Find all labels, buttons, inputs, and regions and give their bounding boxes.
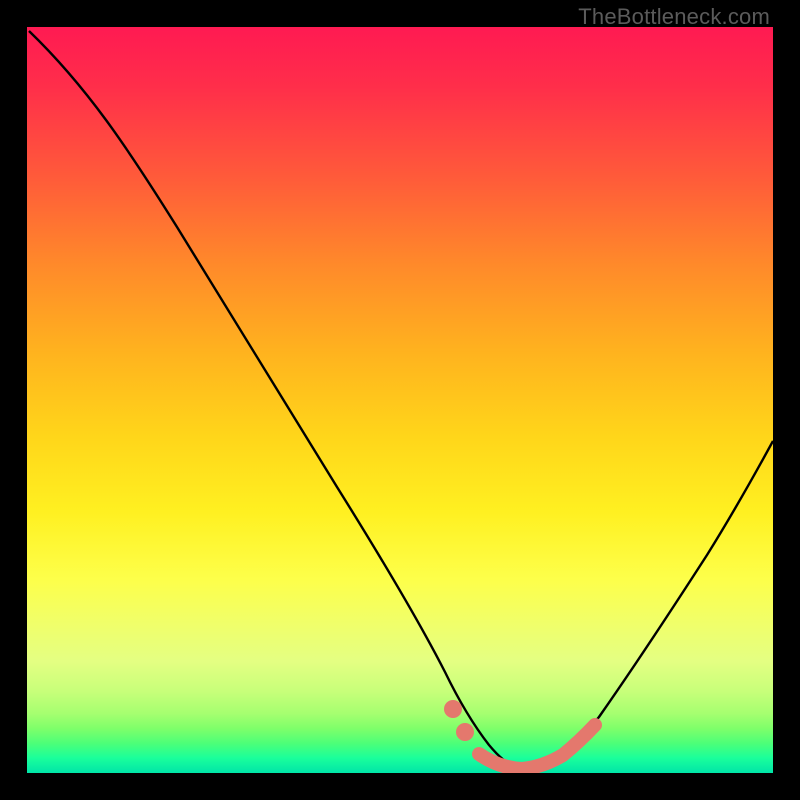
bottleneck-curve xyxy=(29,31,773,768)
optimal-range-highlight xyxy=(479,725,595,769)
highlight-dot-2 xyxy=(456,723,474,741)
chart-svg xyxy=(27,27,773,773)
bottleneck-curve-right-thin xyxy=(593,441,773,725)
chart-frame xyxy=(27,27,773,773)
watermark-text: TheBottleneck.com xyxy=(578,4,770,30)
highlight-dot-1 xyxy=(444,700,462,718)
